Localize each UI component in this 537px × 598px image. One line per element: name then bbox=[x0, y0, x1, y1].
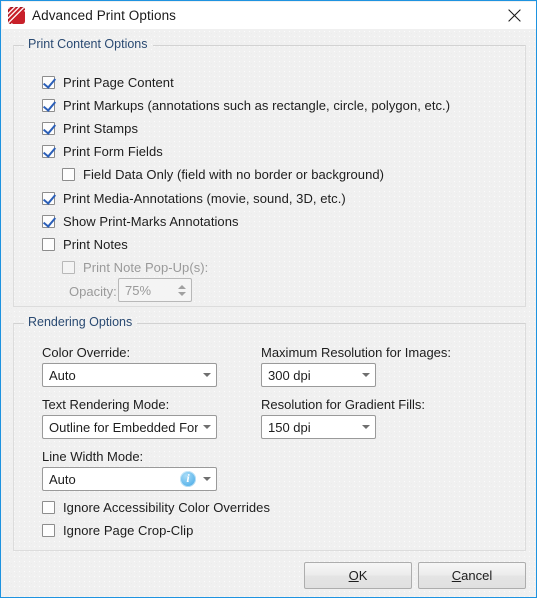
cancel-button[interactable]: Cancel bbox=[418, 562, 526, 589]
checkbox-box bbox=[42, 76, 55, 89]
max-resolution-images-dropdown[interactable]: 300 dpi bbox=[261, 363, 376, 387]
line-width-mode-dropdown[interactable]: Auto bbox=[42, 467, 217, 491]
text-rendering-mode-dropdown[interactable]: Outline for Embedded Fonts bbox=[42, 415, 217, 439]
line-width-mode-label: Line Width Mode: bbox=[42, 449, 144, 464]
checkbox-box bbox=[62, 168, 75, 181]
ok-mnemonic: O bbox=[348, 568, 359, 583]
cancel-button-label: Cancel bbox=[452, 568, 492, 583]
checkbox-ignore-accessibility-color-overrides[interactable]: Ignore Accessibility Color Overrides bbox=[42, 500, 270, 515]
checkbox-print-notes[interactable]: Print Notes bbox=[42, 237, 128, 252]
checkbox-box bbox=[42, 215, 55, 228]
chevron-down-icon bbox=[357, 364, 375, 386]
checkbox-box bbox=[62, 261, 75, 274]
opacity-spinner: 75% bbox=[118, 278, 192, 302]
checkbox-show-print-marks-annotations[interactable]: Show Print-Marks Annotations bbox=[42, 214, 239, 229]
checkbox-label: Ignore Page Crop-Clip bbox=[63, 523, 194, 538]
checkbox-print-media-annotations[interactable]: Print Media-Annotations (movie, sound, 3… bbox=[42, 191, 346, 206]
checkbox-box bbox=[42, 99, 55, 112]
checkbox-print-page-content[interactable]: Print Page Content bbox=[42, 75, 174, 90]
chevron-down-icon bbox=[357, 416, 375, 438]
text-rendering-mode-value: Outline for Embedded Fonts bbox=[49, 419, 198, 435]
print-content-options-title: Print Content Options bbox=[24, 37, 153, 51]
pdf-xchange-icon bbox=[8, 7, 25, 24]
ok-button-label: OK bbox=[349, 568, 368, 583]
opacity-value: 75% bbox=[125, 282, 152, 298]
checkbox-box bbox=[42, 192, 55, 205]
checkbox-box bbox=[42, 238, 55, 251]
rendering-options-title: Rendering Options bbox=[24, 315, 137, 329]
resolution-gradient-fills-label: Resolution for Gradient Fills: bbox=[261, 397, 426, 412]
dialog-client-area: Print Content Options Print Page Content… bbox=[2, 29, 536, 597]
line-width-mode-value: Auto bbox=[49, 471, 76, 487]
chevron-down-icon bbox=[198, 416, 216, 438]
ok-button[interactable]: OK bbox=[304, 562, 412, 589]
advanced-print-options-dialog: Advanced Print Options Print Content Opt… bbox=[0, 0, 537, 598]
opacity-label: Opacity: bbox=[69, 284, 117, 299]
checkbox-label: Print Markups (annotations such as recta… bbox=[63, 98, 451, 113]
checkbox-label: Field Data Only (field with no border or… bbox=[83, 167, 385, 182]
resolution-gradient-fills-value: 150 dpi bbox=[268, 419, 311, 435]
cancel-mnemonic: C bbox=[451, 568, 462, 583]
chevron-down-icon bbox=[198, 364, 216, 386]
checkbox-box bbox=[42, 145, 55, 158]
cancel-suffix: ancel bbox=[461, 568, 493, 583]
checkbox-print-markups[interactable]: Print Markups (annotations such as recta… bbox=[42, 98, 450, 113]
checkbox-label: Print Media-Annotations (movie, sound, 3… bbox=[63, 191, 346, 206]
checkbox-label: Print Stamps bbox=[63, 121, 139, 136]
checkbox-label: Print Note Pop-Up(s): bbox=[83, 260, 209, 275]
color-override-value: Auto bbox=[49, 367, 76, 383]
text-rendering-mode-label: Text Rendering Mode: bbox=[42, 397, 170, 412]
checkbox-box bbox=[42, 524, 55, 537]
max-resolution-images-value: 300 dpi bbox=[268, 367, 311, 383]
spinner-arrows-icon bbox=[173, 279, 191, 301]
checkbox-box bbox=[42, 501, 55, 514]
ok-suffix: K bbox=[358, 568, 368, 583]
checkbox-label: Print Form Fields bbox=[63, 144, 163, 159]
info-icon[interactable] bbox=[180, 470, 196, 487]
checkbox-print-stamps[interactable]: Print Stamps bbox=[42, 121, 138, 136]
checkbox-print-form-fields[interactable]: Print Form Fields bbox=[42, 144, 163, 159]
checkbox-label: Show Print-Marks Annotations bbox=[63, 214, 239, 229]
chevron-down-icon bbox=[198, 468, 216, 490]
checkbox-ignore-page-crop-clip[interactable]: Ignore Page Crop-Clip bbox=[42, 523, 193, 538]
window-title: Advanced Print Options bbox=[32, 8, 177, 23]
close-icon bbox=[508, 9, 521, 22]
resolution-gradient-fills-dropdown[interactable]: 150 dpi bbox=[261, 415, 376, 439]
color-override-label: Color Override: bbox=[42, 345, 131, 360]
checkbox-field-data-only[interactable]: Field Data Only (field with no border or… bbox=[62, 167, 384, 182]
checkbox-box bbox=[42, 122, 55, 135]
checkbox-print-note-popups: Print Note Pop-Up(s): bbox=[62, 260, 208, 275]
close-button[interactable] bbox=[492, 2, 536, 29]
checkbox-label: Ignore Accessibility Color Overrides bbox=[63, 500, 270, 515]
checkbox-label: Print Page Content bbox=[63, 75, 174, 90]
checkbox-label: Print Notes bbox=[63, 237, 128, 252]
title-bar: Advanced Print Options bbox=[2, 2, 536, 29]
color-override-dropdown[interactable]: Auto bbox=[42, 363, 217, 387]
max-resolution-images-label: Maximum Resolution for Images: bbox=[261, 345, 452, 360]
